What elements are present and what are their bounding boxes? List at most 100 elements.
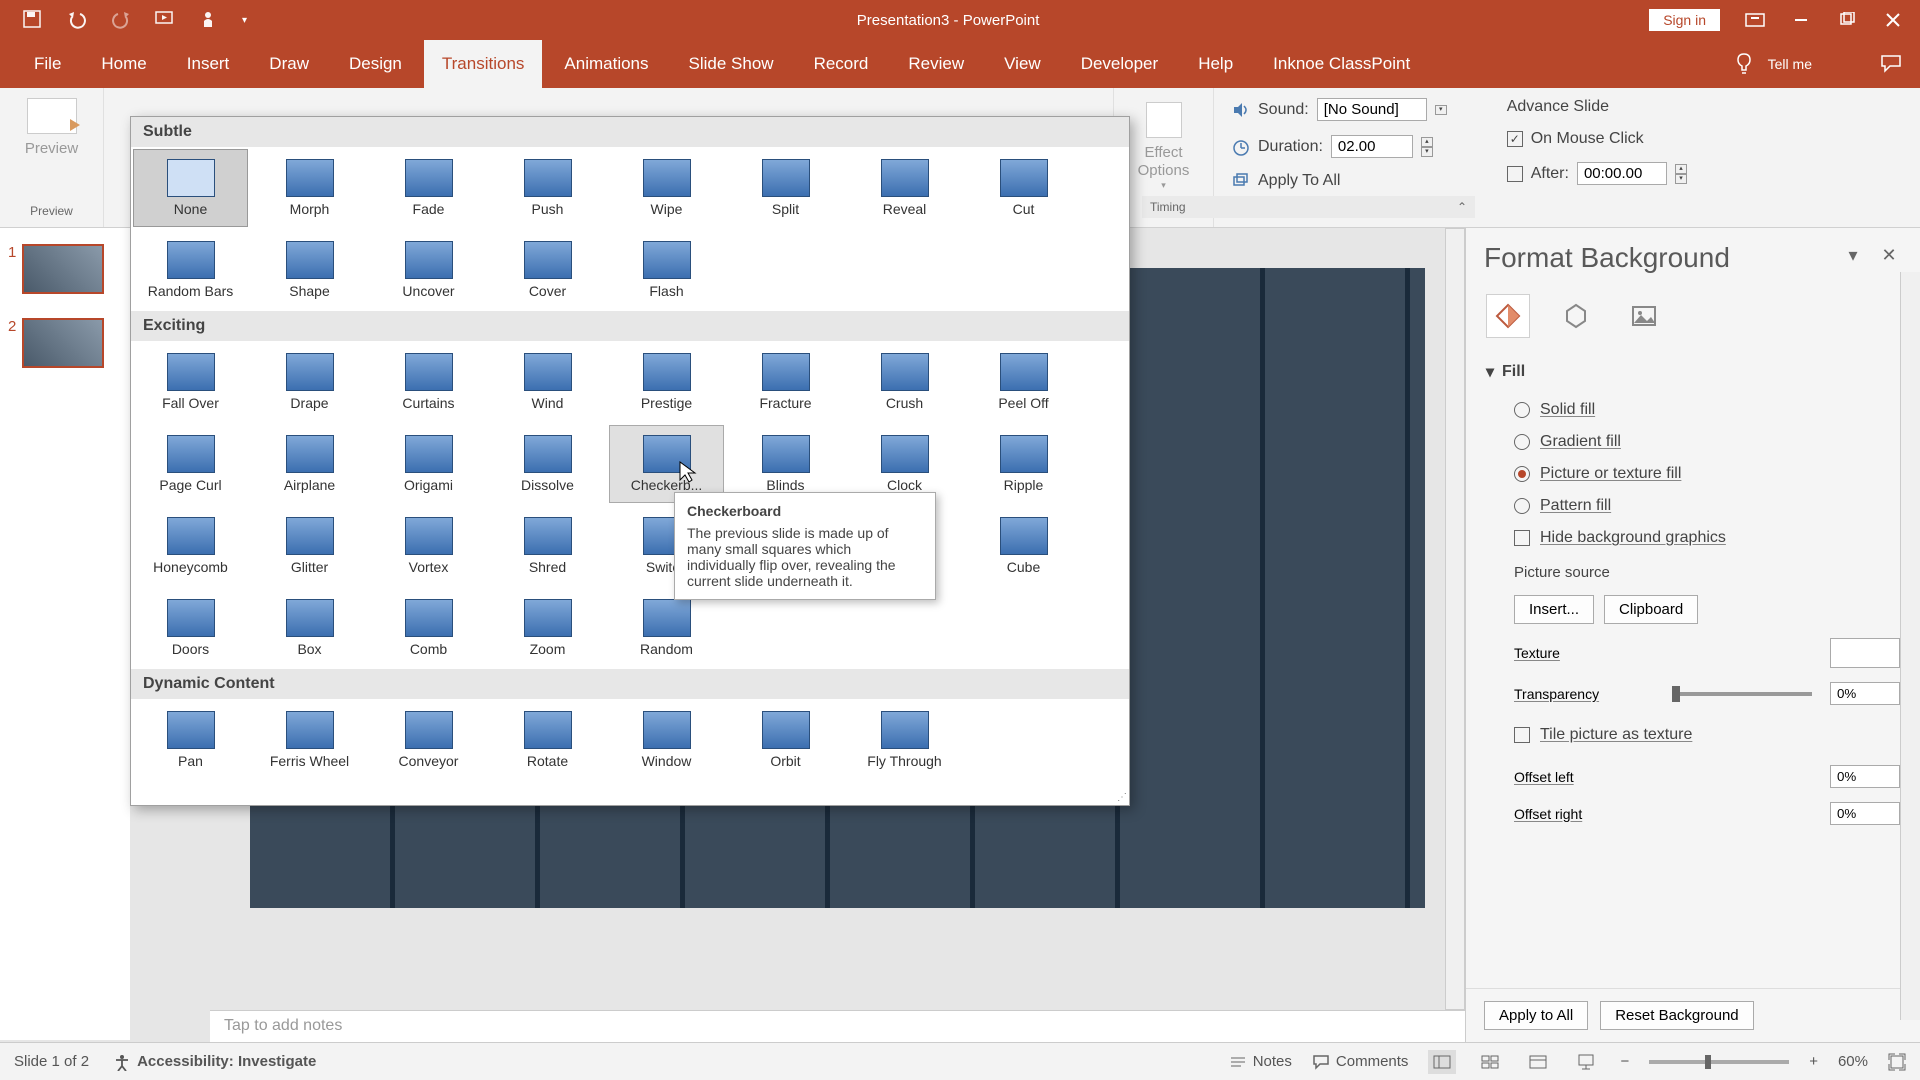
transition-comb[interactable]: Comb bbox=[371, 589, 486, 667]
transition-cube[interactable]: Cube bbox=[966, 507, 1081, 585]
tile-picture-checkbox[interactable] bbox=[1514, 727, 1530, 743]
transition-zoom[interactable]: Zoom bbox=[490, 589, 605, 667]
after-checkbox[interactable] bbox=[1507, 166, 1523, 182]
zoom-in-button[interactable]: + bbox=[1809, 1053, 1818, 1070]
notes-toggle[interactable]: Notes bbox=[1229, 1053, 1292, 1070]
tab-animations[interactable]: Animations bbox=[546, 40, 666, 88]
tab-slide-show[interactable]: Slide Show bbox=[671, 40, 792, 88]
preview-button[interactable]: Preview bbox=[22, 94, 82, 157]
zoom-out-button[interactable]: − bbox=[1620, 1053, 1629, 1070]
tab-draw[interactable]: Draw bbox=[251, 40, 327, 88]
on-mouse-click-checkbox[interactable]: ✓ bbox=[1507, 131, 1523, 147]
slide-thumbnail-1[interactable]: 1 bbox=[0, 240, 130, 314]
transition-curtains[interactable]: Curtains bbox=[371, 343, 486, 421]
tab-design[interactable]: Design bbox=[331, 40, 420, 88]
present-from-start-icon[interactable] bbox=[154, 9, 176, 31]
slide-sorter-view-icon[interactable] bbox=[1476, 1050, 1504, 1074]
after-spinner[interactable]: ▴▾ bbox=[1675, 164, 1687, 184]
touch-mode-icon[interactable] bbox=[198, 9, 220, 31]
transition-fly-through[interactable]: Fly Through bbox=[847, 701, 962, 779]
transition-reveal[interactable]: Reveal bbox=[847, 149, 962, 227]
undo-icon[interactable] bbox=[66, 9, 88, 31]
format-pane-scrollbar[interactable] bbox=[1900, 272, 1920, 1020]
transition-cut[interactable]: Cut bbox=[966, 149, 1081, 227]
fill-section-header[interactable]: ▾ Fill bbox=[1486, 354, 1900, 394]
fill-radio-gradient-fill[interactable]: Gradient fill bbox=[1486, 426, 1900, 458]
tab-help[interactable]: Help bbox=[1180, 40, 1251, 88]
redo-icon[interactable] bbox=[110, 9, 132, 31]
offset-right-input[interactable] bbox=[1830, 802, 1900, 825]
fill-tab-icon[interactable] bbox=[1486, 294, 1530, 338]
insert-picture-button[interactable]: Insert... bbox=[1514, 595, 1594, 624]
transition-crush[interactable]: Crush bbox=[847, 343, 962, 421]
transition-origami[interactable]: Origami bbox=[371, 425, 486, 503]
save-icon[interactable] bbox=[22, 9, 44, 31]
slideshow-view-icon[interactable] bbox=[1572, 1050, 1600, 1074]
normal-view-icon[interactable] bbox=[1428, 1050, 1456, 1074]
sound-dropdown-button[interactable]: ▾ bbox=[1435, 105, 1447, 115]
tab-insert[interactable]: Insert bbox=[169, 40, 248, 88]
tab-record[interactable]: Record bbox=[796, 40, 887, 88]
tab-developer[interactable]: Developer bbox=[1063, 40, 1177, 88]
fit-to-window-icon[interactable] bbox=[1888, 1053, 1906, 1071]
transition-page-curl[interactable]: Page Curl bbox=[133, 425, 248, 503]
transition-pan[interactable]: Pan bbox=[133, 701, 248, 779]
duration-spinner[interactable]: ▴▾ bbox=[1421, 137, 1433, 157]
pane-options-icon[interactable]: ▾ bbox=[1840, 245, 1866, 271]
transition-dissolve[interactable]: Dissolve bbox=[490, 425, 605, 503]
tab-home[interactable]: Home bbox=[83, 40, 164, 88]
fill-radio-solid-fill[interactable]: Solid fill bbox=[1486, 394, 1900, 426]
tell-me-icon[interactable] bbox=[1734, 52, 1754, 76]
effects-tab-icon[interactable] bbox=[1554, 294, 1598, 338]
apply-to-all-button[interactable]: Apply To All bbox=[1232, 172, 1447, 190]
signin-button[interactable]: Sign in bbox=[1649, 9, 1720, 31]
apply-to-all-bg-button[interactable]: Apply to All bbox=[1484, 1001, 1588, 1030]
transition-flash[interactable]: Flash bbox=[609, 231, 724, 309]
texture-dropdown[interactable] bbox=[1830, 638, 1900, 668]
transparency-input[interactable] bbox=[1830, 682, 1900, 705]
fill-radio-picture-or-texture-fill[interactable]: Picture or texture fill bbox=[1486, 458, 1900, 490]
transition-orbit[interactable]: Orbit bbox=[728, 701, 843, 779]
transition-window[interactable]: Window bbox=[609, 701, 724, 779]
transition-cover[interactable]: Cover bbox=[490, 231, 605, 309]
transition-prestige[interactable]: Prestige bbox=[609, 343, 724, 421]
clipboard-button[interactable]: Clipboard bbox=[1604, 595, 1698, 624]
transition-morph[interactable]: Morph bbox=[252, 149, 367, 227]
transition-rotate[interactable]: Rotate bbox=[490, 701, 605, 779]
zoom-slider[interactable] bbox=[1649, 1060, 1789, 1064]
tab-review[interactable]: Review bbox=[890, 40, 982, 88]
comments-toggle[interactable]: Comments bbox=[1312, 1053, 1409, 1070]
sound-select[interactable] bbox=[1317, 98, 1427, 121]
transparency-slider[interactable] bbox=[1672, 692, 1812, 696]
slide-thumbnail-2[interactable]: 2 bbox=[0, 314, 130, 388]
comments-ribbon-icon[interactable] bbox=[1880, 54, 1902, 74]
transition-wipe[interactable]: Wipe bbox=[609, 149, 724, 227]
tab-transitions[interactable]: Transitions bbox=[424, 40, 543, 88]
tell-me-label[interactable]: Tell me bbox=[1768, 56, 1812, 72]
zoom-level[interactable]: 60% bbox=[1838, 1053, 1868, 1070]
after-input[interactable] bbox=[1577, 162, 1667, 185]
display-options-icon[interactable] bbox=[1744, 9, 1766, 31]
minimize-icon[interactable] bbox=[1790, 9, 1812, 31]
vertical-scrollbar[interactable] bbox=[1445, 228, 1465, 1010]
reset-background-button[interactable]: Reset Background bbox=[1600, 1001, 1753, 1030]
notes-area[interactable]: Tap to add notes bbox=[210, 1010, 1465, 1042]
transition-peel-off[interactable]: Peel Off bbox=[966, 343, 1081, 421]
transition-wind[interactable]: Wind bbox=[490, 343, 605, 421]
collapse-ribbon-icon[interactable]: ⌃ bbox=[1457, 200, 1467, 214]
transition-glitter[interactable]: Glitter bbox=[252, 507, 367, 585]
tab-file[interactable]: File bbox=[16, 40, 79, 88]
transition-honeycomb[interactable]: Honeycomb bbox=[133, 507, 248, 585]
duration-input[interactable] bbox=[1331, 135, 1413, 158]
transition-random-bars[interactable]: Random Bars bbox=[133, 231, 248, 309]
offset-left-input[interactable] bbox=[1830, 765, 1900, 788]
transition-fade[interactable]: Fade bbox=[371, 149, 486, 227]
transition-split[interactable]: Split bbox=[728, 149, 843, 227]
transition-shape[interactable]: Shape bbox=[252, 231, 367, 309]
maximize-icon[interactable] bbox=[1836, 9, 1858, 31]
tab-view[interactable]: View bbox=[986, 40, 1059, 88]
reading-view-icon[interactable] bbox=[1524, 1050, 1552, 1074]
transition-doors[interactable]: Doors bbox=[133, 589, 248, 667]
gallery-resize-icon[interactable]: ⋰ bbox=[1117, 792, 1127, 803]
fill-radio-pattern-fill[interactable]: Pattern fill bbox=[1486, 490, 1900, 522]
